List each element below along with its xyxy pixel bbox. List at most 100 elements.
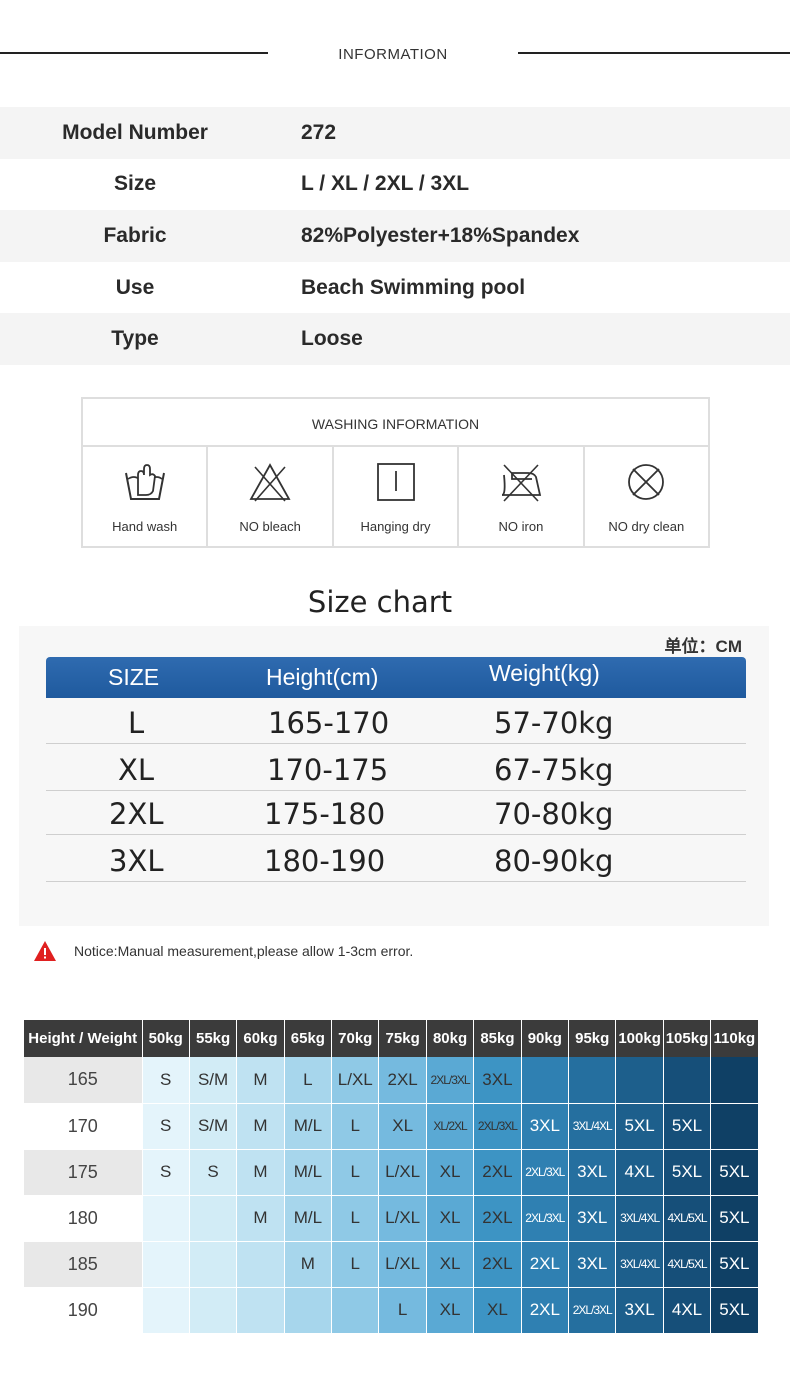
- size-cell: 5XL: [710, 1195, 759, 1242]
- size-cell: 3XL: [521, 1103, 570, 1150]
- table-row: 165 S S/M M L L/XL 2XL 2XL/3XL 3XL: [24, 1057, 759, 1104]
- size-cell: [236, 1241, 285, 1288]
- table-header-row: Height / Weight 50kg 55kg 60kg 65kg 70kg 75kg…: [24, 1020, 759, 1057]
- size-cell: M: [236, 1057, 285, 1104]
- size-cell: XL: [473, 1287, 522, 1334]
- spec-row-size: Size L / XL / 2XL / 3XL: [0, 159, 790, 211]
- size-cell: [142, 1287, 190, 1334]
- size-cell: XL: [378, 1103, 427, 1150]
- size-cell: S: [142, 1057, 190, 1104]
- weight-header: 90kg: [521, 1020, 570, 1057]
- size-cell: [189, 1195, 238, 1242]
- weight-header: 75kg: [378, 1020, 427, 1057]
- no-dry-clean-icon: [628, 464, 665, 500]
- size-cell: XL: [426, 1241, 475, 1288]
- size-cell: M/L: [284, 1103, 333, 1150]
- size-cell: L: [128, 706, 145, 740]
- size-cell: L: [378, 1287, 427, 1334]
- size-chart-header-height: Height(cm): [266, 664, 379, 690]
- wash-label: NO bleach: [239, 519, 301, 534]
- spec-value: 272: [301, 120, 337, 144]
- size-cell: 5XL: [710, 1241, 759, 1288]
- spec-row-use: Use Beach Swimming pool: [0, 262, 790, 314]
- size-cell: 3XL/4XL: [568, 1103, 617, 1150]
- table-row: 175 S S M M/L L L/XL XL 2XL 2XL/3XL 3XL 4XL 5XL 5XL: [24, 1149, 759, 1196]
- hand-wash-icon: [124, 464, 165, 500]
- size-cell: 2XL/3XL: [426, 1057, 475, 1104]
- size-cell: 2XL: [473, 1195, 522, 1242]
- spec-value: Loose: [301, 327, 363, 351]
- weight-header: 50kg: [142, 1020, 190, 1057]
- size-cell: S/M: [189, 1103, 238, 1150]
- size-cell: L: [331, 1103, 380, 1150]
- weight-header: 70kg: [331, 1020, 380, 1057]
- size-cell: M: [236, 1149, 285, 1196]
- size-cell: M: [236, 1195, 285, 1242]
- height-cell: 180-190: [264, 844, 386, 878]
- height-cell: 190: [24, 1287, 143, 1334]
- size-cell: [521, 1057, 570, 1104]
- weight-cell: 80-90kg: [494, 844, 614, 878]
- wash-item-no-dry-clean: NO dry clean: [585, 447, 708, 546]
- size-cell: 4XL: [615, 1149, 664, 1196]
- height-cell: 165: [24, 1057, 143, 1104]
- size-cell: L/XL: [378, 1195, 427, 1242]
- size-cell: S/M: [189, 1057, 238, 1104]
- size-cell: L/XL: [378, 1149, 427, 1196]
- wash-item-hand-wash: Hand wash: [83, 447, 209, 546]
- size-cell: XL: [426, 1195, 475, 1242]
- weight-header: 60kg: [236, 1020, 285, 1057]
- height-cell: 170: [24, 1103, 143, 1150]
- size-chart-header-weight: Weight(kg): [489, 660, 600, 686]
- washing-title: WASHING INFORMATION: [83, 399, 708, 447]
- size-cell: 4XL: [663, 1287, 712, 1334]
- spec-row-model: Model Number 272: [0, 107, 790, 159]
- size-cell: L/XL: [378, 1241, 427, 1288]
- size-cell: [142, 1195, 190, 1242]
- size-cell: [663, 1057, 712, 1104]
- size-cell: [568, 1057, 617, 1104]
- wash-label: Hanging dry: [360, 519, 431, 534]
- size-cell: 3XL/4XL: [615, 1241, 664, 1288]
- height-cell: 165-170: [268, 706, 390, 740]
- size-cell: 2XL: [473, 1149, 522, 1196]
- height-weight-table: Height / Weight 50kg 55kg 60kg 65kg 70kg 75kg…: [24, 1020, 759, 1334]
- wash-item-no-bleach: NO bleach: [208, 447, 334, 546]
- size-cell: 3XL: [568, 1241, 617, 1288]
- information-title: INFORMATION: [338, 46, 448, 63]
- size-cell: M/L: [284, 1195, 333, 1242]
- wash-item-no-iron: NO iron: [459, 447, 585, 546]
- size-cell: S: [142, 1103, 190, 1150]
- weight-header: 55kg: [189, 1020, 238, 1057]
- size-cell: 4XL/5XL: [663, 1195, 712, 1242]
- size-cell: L: [331, 1149, 380, 1196]
- weight-cell: 57-70kg: [494, 706, 614, 740]
- spec-label: Use: [115, 275, 155, 299]
- size-cell: XL: [426, 1287, 475, 1334]
- wash-label: Hand wash: [112, 519, 178, 534]
- spec-table: Model Number 272 Size L / XL / 2XL / 3XL…: [0, 107, 790, 365]
- size-cell: 5XL: [663, 1103, 712, 1150]
- spec-value: L / XL / 2XL / 3XL: [301, 172, 470, 196]
- size-cell: 5XL: [615, 1103, 664, 1150]
- size-cell: L/XL: [331, 1057, 380, 1104]
- height-cell: 175: [24, 1149, 143, 1196]
- size-cell: 5XL: [663, 1149, 712, 1196]
- table-row: 185 M L L/XL XL 2XL 2XL 3XL 3XL/4XL 4XL/5XL 5XL: [24, 1241, 759, 1288]
- size-chart-header-size: SIZE: [108, 664, 160, 690]
- size-cell: [284, 1287, 333, 1334]
- height-cell: 175-180: [264, 797, 386, 831]
- weight-header: 85kg: [473, 1020, 522, 1057]
- size-cell: XL: [118, 753, 155, 787]
- weight-header: 100kg: [615, 1020, 664, 1057]
- size-chart-row: L 165-170 57-70kg: [46, 698, 746, 744]
- weight-header: 105kg: [663, 1020, 712, 1057]
- spec-label: Size: [113, 172, 157, 196]
- spec-label: Model Number: [62, 120, 208, 144]
- size-cell: M: [284, 1241, 333, 1288]
- spec-label: Fabric: [103, 223, 167, 247]
- size-cell: S: [142, 1149, 190, 1196]
- size-cell: 3XL/4XL: [615, 1195, 664, 1242]
- size-cell: 2XL: [521, 1287, 570, 1334]
- size-cell: 5XL: [710, 1149, 759, 1196]
